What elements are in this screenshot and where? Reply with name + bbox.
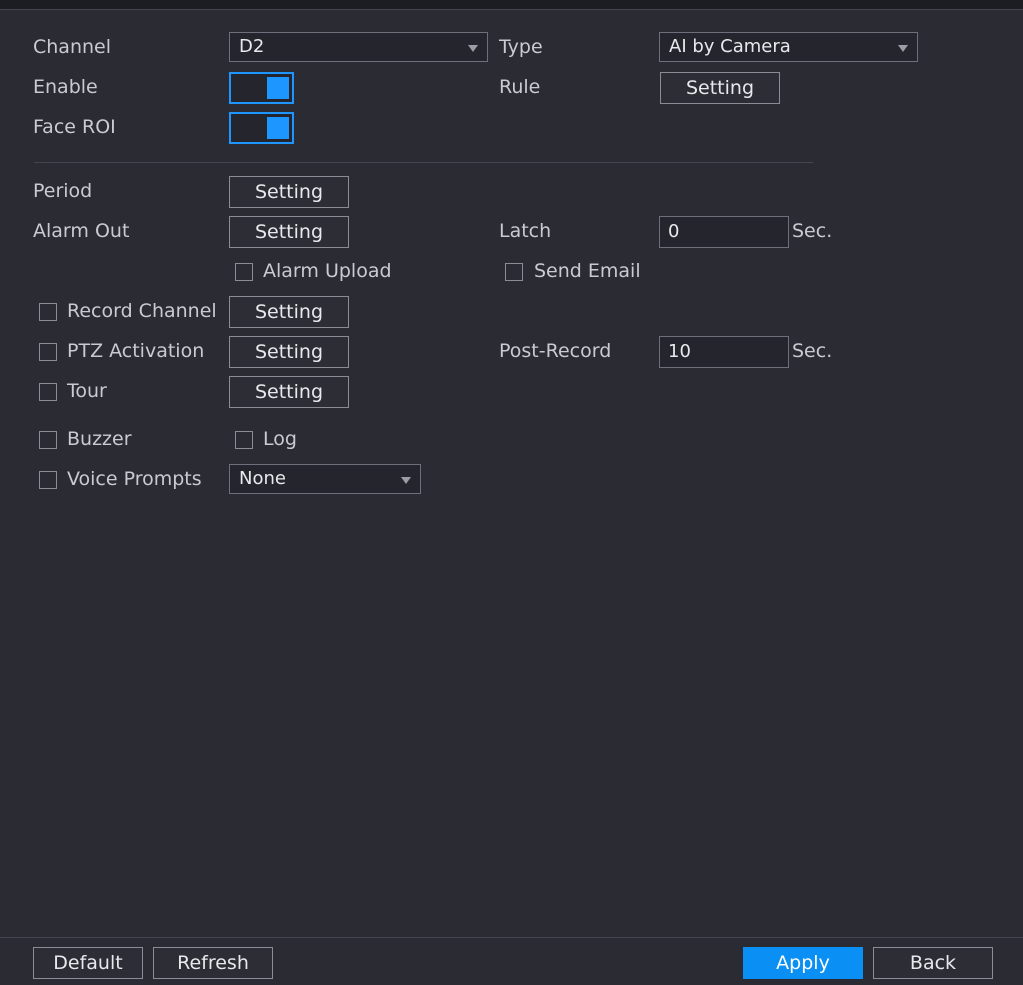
record-channel-setting-button[interactable]: Setting bbox=[229, 296, 349, 328]
buzzer-label: Buzzer bbox=[67, 428, 132, 450]
default-button[interactable]: Default bbox=[33, 947, 143, 979]
type-label: Type bbox=[499, 36, 543, 58]
period-setting-button[interactable]: Setting bbox=[229, 176, 349, 208]
rule-label: Rule bbox=[499, 76, 541, 98]
channel-value: D2 bbox=[239, 36, 265, 57]
latch-input[interactable]: 0 bbox=[659, 216, 789, 248]
alarm-upload-checkbox[interactable] bbox=[235, 263, 253, 281]
toggle-knob bbox=[267, 117, 289, 139]
ptz-activation-setting-button[interactable]: Setting bbox=[229, 336, 349, 368]
latch-unit: Sec. bbox=[792, 220, 833, 242]
channel-select[interactable]: D2 bbox=[229, 32, 488, 62]
face-roi-toggle[interactable] bbox=[229, 112, 294, 144]
chevron-down-icon bbox=[468, 45, 478, 52]
record-channel-checkbox[interactable] bbox=[39, 303, 57, 321]
apply-button[interactable]: Apply bbox=[743, 947, 863, 979]
post-record-input[interactable]: 10 bbox=[659, 336, 789, 368]
post-record-label: Post-Record bbox=[499, 340, 612, 362]
log-label: Log bbox=[263, 428, 297, 450]
alarm-out-setting-button[interactable]: Setting bbox=[229, 216, 349, 248]
voice-prompts-value: None bbox=[239, 468, 286, 489]
enable-label: Enable bbox=[33, 76, 98, 98]
alarm-upload-label: Alarm Upload bbox=[263, 260, 392, 282]
record-channel-label: Record Channel bbox=[67, 300, 217, 322]
log-checkbox[interactable] bbox=[235, 431, 253, 449]
ptz-activation-checkbox[interactable] bbox=[39, 343, 57, 361]
enable-toggle[interactable] bbox=[229, 72, 294, 104]
rule-setting-button[interactable]: Setting bbox=[660, 72, 780, 104]
toggle-knob bbox=[267, 77, 289, 99]
chevron-down-icon bbox=[401, 477, 411, 484]
alarm-out-label: Alarm Out bbox=[33, 220, 130, 242]
type-value: AI by Camera bbox=[669, 36, 791, 57]
send-email-checkbox[interactable] bbox=[505, 263, 523, 281]
section-divider bbox=[34, 162, 813, 163]
buzzer-checkbox[interactable] bbox=[39, 431, 57, 449]
period-label: Period bbox=[33, 180, 93, 202]
type-select[interactable]: AI by Camera bbox=[659, 32, 918, 62]
tour-setting-button[interactable]: Setting bbox=[229, 376, 349, 408]
back-button[interactable]: Back bbox=[873, 947, 993, 979]
ptz-activation-label: PTZ Activation bbox=[67, 340, 205, 362]
voice-prompts-checkbox[interactable] bbox=[39, 471, 57, 489]
send-email-label: Send Email bbox=[534, 260, 641, 282]
refresh-button[interactable]: Refresh bbox=[153, 947, 273, 979]
post-record-unit: Sec. bbox=[792, 340, 833, 362]
face-roi-label: Face ROI bbox=[33, 116, 116, 138]
channel-label: Channel bbox=[33, 36, 112, 58]
top-bar bbox=[0, 0, 1023, 10]
tour-label: Tour bbox=[67, 380, 107, 402]
voice-prompts-select[interactable]: None bbox=[229, 464, 421, 494]
voice-prompts-label: Voice Prompts bbox=[67, 468, 202, 490]
chevron-down-icon bbox=[898, 45, 908, 52]
tour-checkbox[interactable] bbox=[39, 383, 57, 401]
latch-label: Latch bbox=[499, 220, 552, 242]
